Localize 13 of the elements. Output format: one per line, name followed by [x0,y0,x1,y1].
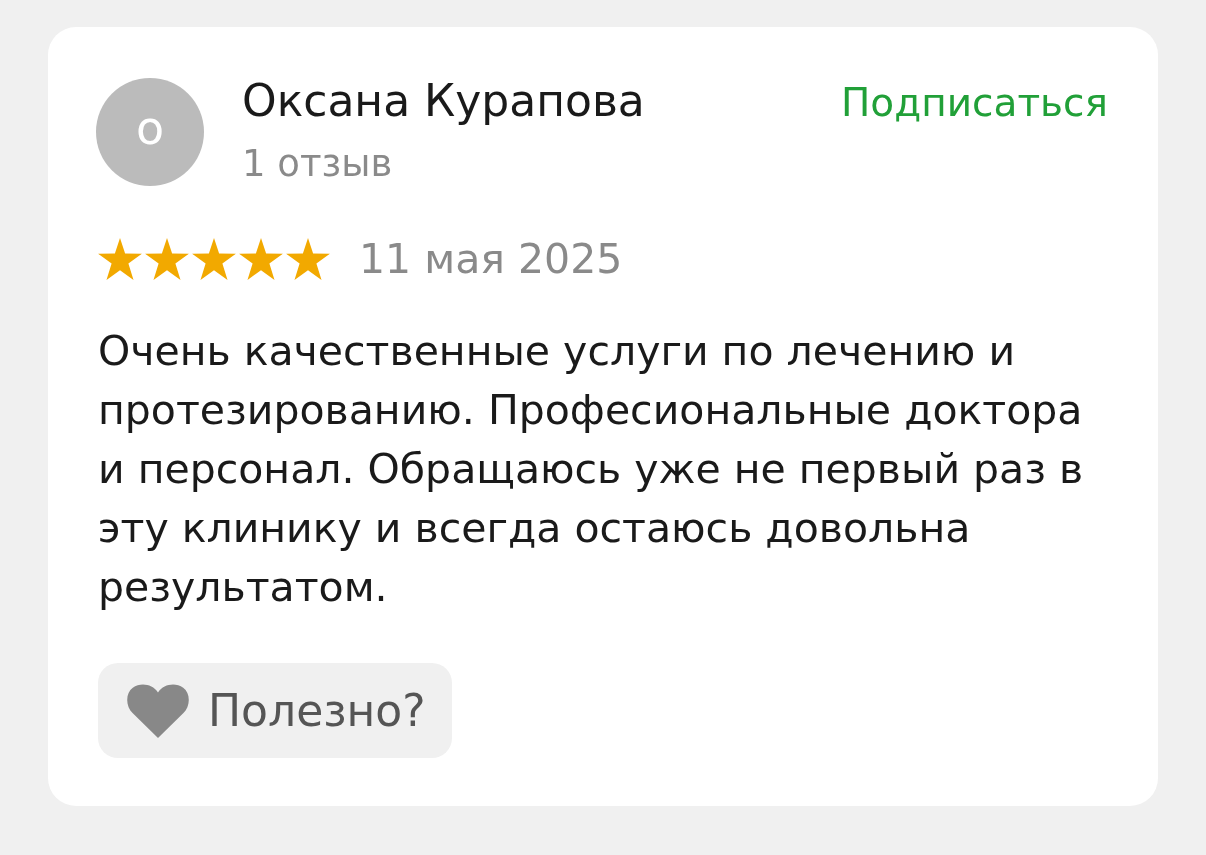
author-name: Оксана Курапова [242,74,645,128]
star-icon [239,238,283,280]
star-icon [145,238,189,280]
star-icon [192,238,236,280]
subscribe-link[interactable]: Подписаться [841,78,1108,128]
star-icon [286,238,330,280]
avatar: о [96,78,204,186]
review-date: 11 мая 2025 [359,235,623,283]
helpful-button[interactable]: Полезно? [98,663,452,758]
review-count: 1 отзыв [242,141,394,187]
star-icon [98,238,142,280]
review-text: Очень качественные услуги по лечению и протезированию. Професиональные доктора и персонал. Обращаюсь уже не первый раз в эту клинику и всегда остаюсь довольна результатом. [98,326,1085,613]
heart-icon [127,683,189,738]
